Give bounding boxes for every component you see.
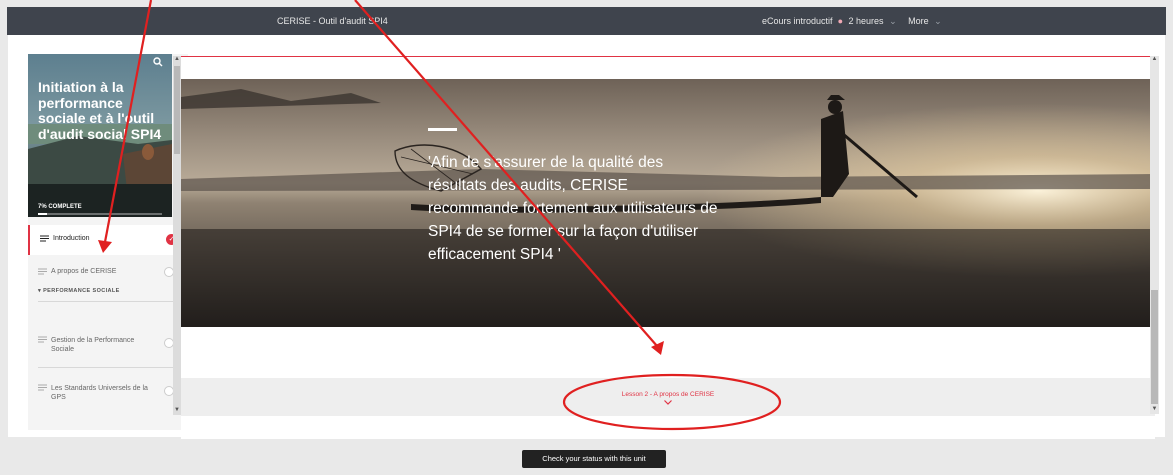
course-sidebar: Initiation à la performance sociale et à… [28, 54, 188, 430]
topbar-menu: eCours introductif ● 2 heures ⌄ More ⌄ [762, 16, 942, 27]
scroll-down-arrow-icon[interactable]: ▼ [173, 407, 181, 413]
sidebar-item-a-propos-de-cerise[interactable]: A propos de CERISE [28, 258, 188, 288]
sidebar-item-label: Introduction [53, 235, 90, 242]
lesson-lines-icon [38, 384, 47, 391]
sidebar-item-standards-universels-gps[interactable]: Les Standards Universels de la GPS [28, 374, 188, 410]
scroll-down-arrow-icon[interactable]: ▼ [1150, 406, 1159, 412]
course-progress-bar [38, 213, 162, 215]
sidebar-item-introduction[interactable]: Introduction ✓ [28, 225, 188, 255]
clock-icon: ● [835, 16, 843, 26]
more-dropdown-caret-icon[interactable]: ⌄ [934, 16, 942, 27]
course-menu-link[interactable]: eCours introductif [762, 16, 833, 26]
duration-label: 2 heures [848, 16, 884, 26]
sidebar-item-label: Gestion de la Performance Sociale [51, 337, 135, 353]
sidebar-item-label: A propos de CERISE [51, 268, 117, 275]
course-progress-label: 7% COMPLETE [38, 204, 82, 210]
site-title[interactable]: CERISE - Outil d'audit SPI4 [277, 16, 388, 26]
search-icon[interactable] [152, 56, 164, 68]
banner-quote: 'Afin de s'assurer de la qualité des rés… [428, 154, 718, 263]
scroll-up-arrow-icon[interactable]: ▲ [1150, 56, 1159, 62]
sidebar-section-performance-sociale[interactable]: ▾ PERFORMANCE SOCIALE [38, 288, 120, 294]
scroll-up-arrow-icon[interactable]: ▲ [173, 56, 181, 62]
quote-accent-line [428, 128, 457, 131]
lesson-container: Initiation à la performance sociale et à… [8, 35, 1165, 439]
content-scrollbar[interactable]: ▲ ▼ [1150, 56, 1159, 414]
quote-banner: 'Afin de s'assurer de la qualité des rés… [181, 79, 1155, 327]
top-navigation-bar: CERISE - Outil d'audit SPI4 eCours intro… [7, 7, 1166, 35]
chevron-down-icon[interactable] [664, 400, 672, 405]
next-lesson-link[interactable]: Lesson 2 - A propos de CERISE [181, 391, 1155, 398]
course-hero: Initiation à la performance sociale et à… [28, 54, 172, 217]
divider [38, 301, 178, 302]
check-status-button[interactable]: Check your status with this unit [522, 450, 666, 468]
course-progress-fill [38, 213, 47, 215]
sidebar-scroll-thumb[interactable] [174, 66, 180, 154]
content-top-divider [181, 56, 1155, 57]
lesson-lines-icon [40, 235, 49, 242]
course-title: Initiation à la performance sociale et à… [38, 79, 162, 142]
duration-dropdown-caret-icon[interactable]: ⌄ [889, 16, 897, 27]
sidebar-item-gestion-performance-sociale[interactable]: Gestion de la Performance Sociale [28, 326, 188, 362]
sidebar-section-label: PERFORMANCE SOCIALE [43, 288, 120, 294]
next-lesson-bar[interactable]: Lesson 2 - A propos de CERISE [181, 378, 1155, 416]
lesson-content: 'Afin de s'assurer de la qualité des rés… [181, 56, 1155, 439]
sidebar-item-label: Les Standards Universels de la GPS [51, 385, 148, 401]
sidebar-scrollbar[interactable]: ▲ ▼ [173, 56, 181, 415]
screen: CERISE - Outil d'audit SPI4 eCours intro… [0, 0, 1173, 475]
lesson-lines-icon [38, 336, 47, 343]
content-scroll-thumb[interactable] [1151, 290, 1158, 404]
divider [38, 367, 178, 368]
more-menu-button[interactable]: More [908, 16, 929, 26]
lesson-lines-icon [38, 268, 47, 275]
